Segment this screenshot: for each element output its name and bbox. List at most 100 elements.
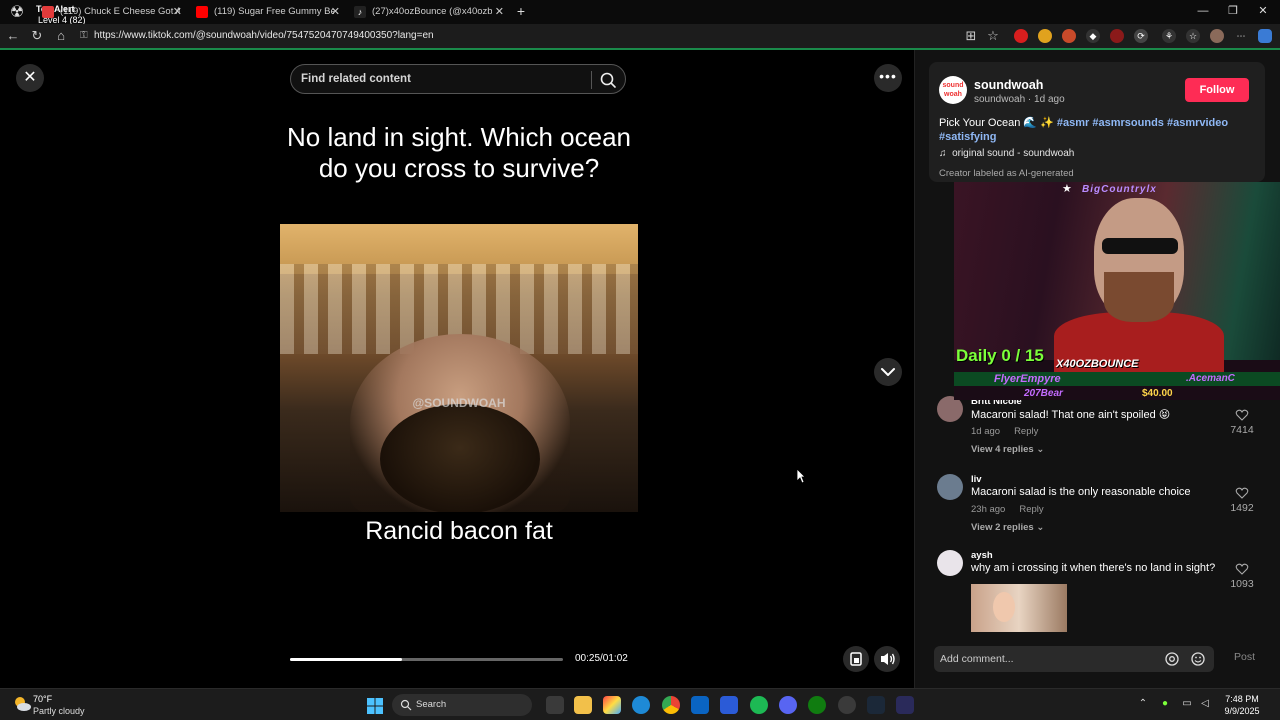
miniplayer-button[interactable]	[843, 646, 869, 672]
stream-acemant-name: .AcemanC	[1186, 373, 1235, 384]
view-replies-link[interactable]: View 4 replies ⌄	[971, 444, 1044, 455]
taskbar-search[interactable]: Search	[392, 694, 532, 716]
steam-icon[interactable]	[867, 696, 885, 714]
copilot-icon[interactable]	[1258, 29, 1272, 43]
refresh-icon[interactable]: ↻	[28, 27, 46, 45]
creator-meta: soundwoah · 1d ago	[974, 94, 1065, 105]
like-count: 1492	[1230, 502, 1254, 514]
weather-temp: 70°F	[33, 694, 53, 704]
extension-orange-icon[interactable]	[1062, 29, 1076, 43]
extension-diamond-icon[interactable]: ◆	[1086, 29, 1100, 43]
back-arrow-icon[interactable]: ←	[4, 27, 22, 45]
comment-username[interactable]: aysh	[971, 550, 993, 561]
edge-browser-icon[interactable]	[632, 696, 650, 714]
favorite-star-icon[interactable]: ☆	[984, 27, 1002, 45]
close-tab-icon[interactable]: ✕	[331, 2, 340, 22]
close-window-icon[interactable]: ✕	[1248, 0, 1278, 22]
tab-tiktok-x40ozbounce[interactable]: ♪ (27)x40ozBounce (@x40ozb ✕	[348, 2, 510, 22]
reply-link[interactable]: Reply	[1014, 426, 1038, 437]
video-progress-bar[interactable]	[290, 658, 563, 661]
network-icon[interactable]: ▭	[1180, 697, 1194, 711]
star-icon: ★	[1062, 183, 1072, 195]
video-caption-top: No land in sight. Which ocean do you cro…	[287, 122, 631, 183]
video-time: 00:25/01:02	[575, 653, 628, 664]
volume-button[interactable]	[874, 646, 900, 672]
spotify-icon[interactable]	[750, 696, 768, 714]
taskbar-clock-date[interactable]: 9/9/2025	[1214, 706, 1270, 716]
more-options-button[interactable]: •••	[874, 64, 902, 92]
radiation-app-icon[interactable]: ☢	[6, 2, 28, 24]
search-icon[interactable]	[597, 69, 619, 91]
creator-username[interactable]: soundwoah	[974, 78, 1043, 92]
streamer-sunglasses	[1102, 238, 1178, 254]
file-explorer-icon[interactable]	[574, 696, 592, 714]
comment-avatar[interactable]	[937, 474, 963, 500]
mention-icon[interactable]	[1164, 651, 1180, 667]
maximize-icon[interactable]: ❐	[1218, 0, 1248, 22]
view-replies-link[interactable]: View 2 replies ⌄	[971, 522, 1044, 533]
like-heart-icon[interactable]	[1235, 486, 1249, 500]
tab-chuck-e-cheese[interactable]: (119) Chuck E Cheese Got Arreste ✕	[36, 2, 188, 22]
emoji-icon[interactable]	[1190, 651, 1206, 667]
chevron-down-icon	[881, 368, 895, 376]
chevron-down-icon: ⌄	[1036, 444, 1045, 455]
outlook-icon[interactable]	[691, 696, 709, 714]
close-tab-icon[interactable]: ✕	[495, 2, 504, 22]
close-video-button[interactable]: ✕	[16, 64, 44, 92]
store-icon[interactable]	[720, 696, 738, 714]
next-video-button[interactable]	[874, 358, 902, 386]
browser-menu-icon[interactable]: ⋯	[1234, 29, 1248, 43]
xbox-icon[interactable]	[808, 696, 826, 714]
post-description: Pick Your Ocean 🌊 ✨ #asmr #asmrsounds #a…	[939, 117, 1229, 143]
related-search-input[interactable]	[301, 65, 586, 93]
mouse-cursor-icon	[796, 468, 806, 484]
home-icon[interactable]: ⌂	[52, 27, 70, 45]
extension-red-icon[interactable]	[1014, 29, 1028, 43]
speaker-icon[interactable]: ◁	[1198, 697, 1212, 711]
video-player[interactable]: No land in sight. Which ocean do you cro…	[280, 50, 638, 688]
profile-avatar[interactable]	[1210, 29, 1224, 43]
video-liquid	[380, 404, 540, 512]
app-icon[interactable]	[896, 696, 914, 714]
discord-icon[interactable]	[779, 696, 797, 714]
comment-meta: 23h ago Reply	[971, 504, 1044, 515]
site-info-icon[interactable]: ⚿	[80, 27, 94, 45]
stream-flyer-name: FlyerEmpyre	[994, 373, 1061, 385]
close-tab-icon[interactable]: ✕	[173, 2, 182, 22]
follow-button[interactable]: Follow	[1185, 78, 1249, 102]
extensions-menu-icon[interactable]: ⚘	[1162, 29, 1176, 43]
extension-yellow-icon[interactable]	[1038, 29, 1052, 43]
extension-puzzle-icon[interactable]: ⟳	[1134, 29, 1148, 43]
microphone-icon[interactable]: ●	[1158, 697, 1172, 711]
add-comment-input[interactable]	[940, 646, 1150, 672]
task-view-icon[interactable]	[546, 696, 564, 714]
extension-badge-icon[interactable]	[1110, 29, 1124, 43]
app-install-icon[interactable]: ⊞	[962, 27, 980, 45]
taskbar-clock-time[interactable]: 7:48 PM	[1220, 694, 1264, 704]
post-sound[interactable]: ♫ original sound - soundwoah	[939, 148, 1074, 159]
like-heart-icon[interactable]	[1235, 562, 1249, 576]
comment-meta: 1d ago Reply	[971, 426, 1039, 437]
tray-expand-icon[interactable]: ⌃	[1136, 697, 1150, 711]
tab-sugar-free-gummy-bear[interactable]: (119) Sugar Free Gummy Bear Sa ✕	[190, 2, 346, 22]
like-heart-icon[interactable]	[1235, 408, 1249, 422]
comment-gif-image[interactable]	[971, 584, 1067, 632]
youtube-favicon-icon	[42, 6, 54, 18]
comment-avatar[interactable]	[937, 550, 963, 576]
windows-start-icon[interactable]	[366, 697, 384, 715]
obs-icon[interactable]	[838, 696, 856, 714]
comment-username[interactable]: liv	[971, 474, 982, 485]
minimize-icon[interactable]: —	[1188, 0, 1218, 22]
url-field[interactable]: ⚿ https://www.tiktok.com/@soundwoah/video…	[80, 27, 960, 45]
music-note-icon: ♫	[939, 148, 947, 159]
collections-icon[interactable]: ☆	[1186, 29, 1200, 43]
partly-cloudy-icon[interactable]	[12, 695, 32, 713]
new-tab-button[interactable]: +	[512, 2, 530, 20]
post-comment-button[interactable]: Post	[1234, 651, 1255, 663]
paint-app-icon[interactable]	[603, 696, 621, 714]
reply-link[interactable]: Reply	[1019, 504, 1043, 515]
streamer-beard	[1104, 272, 1174, 322]
creator-avatar[interactable]: sound woah	[939, 76, 967, 104]
windows-taskbar: 70°F Partly cloudy Search ⌃ ● ▭ ◁ 7:48 P…	[0, 688, 1280, 720]
chrome-icon[interactable]	[662, 696, 680, 714]
